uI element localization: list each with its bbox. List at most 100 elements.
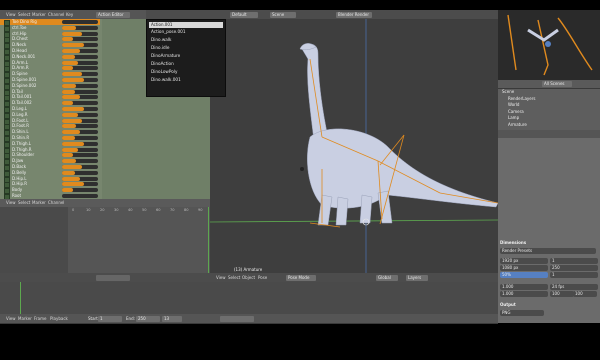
start-frame-field[interactable]: 1 xyxy=(98,316,122,322)
timeline-menu-frame[interactable]: Frame xyxy=(34,316,46,322)
channel-influence-slider[interactable] xyxy=(62,194,98,198)
channel-influence-slider[interactable] xyxy=(62,147,98,152)
dopesheet-menu-view[interactable]: View xyxy=(6,200,16,206)
graph-menu-channel[interactable]: Channel xyxy=(48,12,64,18)
viewport-menu-pose[interactable]: Pose xyxy=(258,275,267,281)
outliner-filter[interactable]: All Scenes xyxy=(542,81,572,87)
graph-menu-key[interactable]: Key xyxy=(66,12,73,18)
graph-mode-select[interactable]: Action Editor xyxy=(96,12,130,18)
aspect-y-field[interactable]: 1.000 xyxy=(500,291,548,297)
channel-influence-slider[interactable] xyxy=(62,107,98,111)
timeline-menu-playback[interactable]: Playback xyxy=(50,316,68,322)
orientation-select[interactable]: Global xyxy=(376,275,398,281)
render-preset-select[interactable]: Render Presets xyxy=(500,248,596,254)
channel-influence-slider[interactable] xyxy=(62,124,98,129)
dopesheet-channels xyxy=(0,207,68,273)
channel-influence-fill xyxy=(62,130,80,135)
outliner-item[interactable]: Scene xyxy=(502,89,598,95)
aspect-x-field[interactable]: 1.000 xyxy=(500,284,548,290)
channel-influence-slider[interactable] xyxy=(62,159,98,164)
outliner-item[interactable]: RenderLayers xyxy=(508,96,598,102)
end-frame-field[interactable]: 250 xyxy=(136,316,160,322)
graph-bottom-filter[interactable] xyxy=(96,275,130,281)
output-format-select[interactable]: PNG xyxy=(500,310,544,316)
channel-influence-fill xyxy=(62,165,82,169)
dimensions-section[interactable]: Dimensions xyxy=(500,240,598,246)
graph-menu-marker[interactable]: Marker xyxy=(32,12,46,18)
channel-influence-slider[interactable] xyxy=(62,31,98,36)
frame-start-field[interactable]: 1 xyxy=(550,258,598,264)
channel-influence-slider[interactable] xyxy=(62,182,98,187)
outliner-item[interactable]: Camera xyxy=(508,109,598,115)
channel-influence-slider[interactable] xyxy=(62,43,98,48)
graph-menu-select[interactable]: Select xyxy=(18,12,30,18)
dropdown-item[interactable]: DinoArmature xyxy=(151,52,180,59)
dropdown-item[interactable]: Action_pose.001 xyxy=(151,28,186,35)
dopesheet-menu-select[interactable]: Select xyxy=(18,200,30,206)
time-stretch-old[interactable]: 100 xyxy=(550,291,574,297)
channel-influence-slider[interactable] xyxy=(62,165,98,169)
frame-end-field[interactable]: 250 xyxy=(550,265,598,271)
time-stretch-new[interactable]: 100 xyxy=(573,291,597,297)
frame-step-field[interactable]: 1 xyxy=(550,272,598,278)
dropdown-item[interactable]: Dino.idle xyxy=(151,44,169,51)
channel-influence-slider[interactable] xyxy=(62,176,98,181)
resolution-y-field[interactable]: 1080 px xyxy=(500,265,548,271)
scene-field[interactable]: Scene xyxy=(270,12,296,18)
channel-influence-slider[interactable] xyxy=(62,66,98,71)
channel-influence-slider[interactable] xyxy=(62,20,98,24)
dopesheet-menu-marker[interactable]: Marker xyxy=(32,200,46,206)
viewport-menu-select[interactable]: Select xyxy=(228,275,240,281)
current-frame-field[interactable]: 13 xyxy=(162,316,182,322)
render-engine-select[interactable]: Blender Render xyxy=(336,12,372,18)
channel-influence-slider[interactable] xyxy=(62,170,98,175)
resolution-x-field[interactable]: 1920 px xyxy=(500,258,548,264)
channel-influence-slider[interactable] xyxy=(62,141,98,146)
channel-influence-fill xyxy=(62,66,73,71)
outliner-item[interactable]: Lamp xyxy=(508,115,598,121)
channel-influence-slider[interactable] xyxy=(62,118,98,123)
timeline-menu-marker[interactable]: Marker xyxy=(18,316,32,322)
timeline-menu-view[interactable]: View xyxy=(6,316,16,322)
dropdown-item[interactable]: Dino.walk xyxy=(151,36,171,43)
channel-influence-slider[interactable] xyxy=(62,72,98,77)
outliner: All Scenes Scene RenderLayers World Camera L… xyxy=(498,80,600,130)
scene-layout-field[interactable]: Default xyxy=(230,12,258,18)
channel-influence-slider[interactable] xyxy=(62,153,98,158)
fps-select[interactable]: 24 fps xyxy=(550,284,598,290)
dropdown-item[interactable]: DinoLowPoly xyxy=(151,68,177,75)
channel-influence-slider[interactable] xyxy=(62,89,98,94)
channel-influence-slider[interactable] xyxy=(62,60,98,65)
channel-influence-slider[interactable] xyxy=(62,25,98,30)
channel-influence-slider[interactable] xyxy=(62,136,98,140)
channel-influence-slider[interactable] xyxy=(62,54,98,59)
resolution-percent[interactable]: 50% xyxy=(500,272,548,278)
action-dropdown[interactable]: Action.001 Action_pose.001 Dino.walk Dino.… xyxy=(146,19,226,97)
outliner-item[interactable]: World xyxy=(508,102,598,108)
channel-influence-slider[interactable] xyxy=(62,101,98,106)
channel-influence-slider[interactable] xyxy=(62,130,98,135)
mode-select[interactable]: Pose Mode xyxy=(286,275,316,281)
dopesheet-menu-channel[interactable]: Channel xyxy=(48,200,64,206)
dropdown-item[interactable]: Dino.walk.001 xyxy=(151,76,181,83)
channel-influence-slider[interactable] xyxy=(62,112,98,117)
outliner-item[interactable]: Armature xyxy=(508,122,598,128)
dropdown-item[interactable]: DinoAction xyxy=(151,60,174,67)
dopesheet-area[interactable]: 0 10 20 30 40 50 60 70 80 90 xyxy=(0,207,210,273)
ruler-tick-label: 20 xyxy=(100,208,105,212)
channel-influence-slider[interactable] xyxy=(62,95,98,100)
output-section[interactable]: Output xyxy=(500,302,598,308)
keying-set-field[interactable] xyxy=(220,316,254,322)
graph-menu-view[interactable]: View xyxy=(6,12,16,18)
layers-button[interactable]: Layers xyxy=(406,275,428,281)
properties-tabs xyxy=(498,130,600,138)
channel-influence-slider[interactable] xyxy=(62,188,98,193)
channel-influence-slider[interactable] xyxy=(62,49,98,53)
channel-influence-slider[interactable] xyxy=(62,78,98,82)
3d-viewport[interactable]: (13) Armature xyxy=(210,19,498,273)
viewport-menu-object[interactable]: Object xyxy=(242,275,255,281)
channel-influence-slider[interactable] xyxy=(62,37,98,42)
timeline-area[interactable] xyxy=(0,282,498,314)
channel-influence-slider[interactable] xyxy=(62,83,98,88)
viewport-menu-view[interactable]: View xyxy=(216,275,226,281)
